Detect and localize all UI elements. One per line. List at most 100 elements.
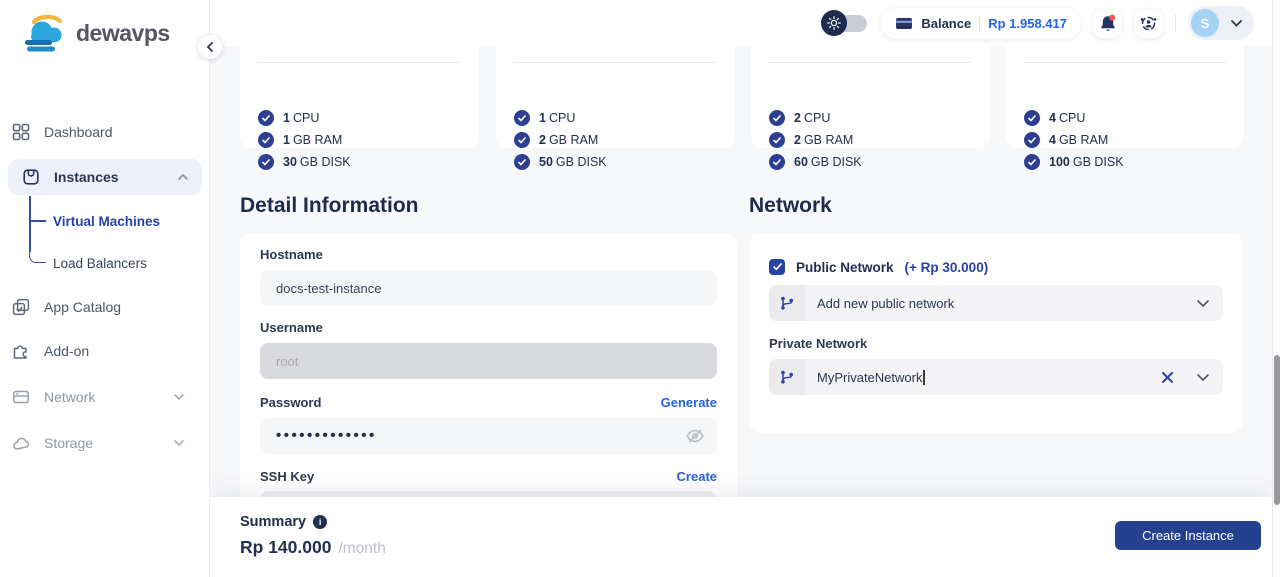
brand-logo[interactable]: dewavps — [18, 12, 170, 54]
sidebar-item-label: Add-on — [44, 343, 89, 359]
storage-cloud-icon — [12, 434, 30, 452]
plan-spec-disk: 60GB DISK — [769, 154, 862, 170]
sidebar-item-add-on[interactable]: Add-on — [12, 337, 198, 365]
plan-spec-ram: 2GB RAM — [769, 132, 853, 148]
public-network-label: Public Network — [796, 260, 894, 275]
check-icon — [258, 110, 274, 126]
network-branch-icon — [769, 359, 805, 395]
support-button[interactable] — [1134, 9, 1163, 38]
divider — [769, 62, 972, 63]
private-network-select[interactable]: MyPrivateNetwork — [769, 359, 1223, 395]
hostname-input[interactable] — [260, 270, 717, 306]
network-icon — [12, 388, 30, 406]
plan-spec-cpu: 1CPU — [514, 110, 575, 126]
plan-spec-disk: 100GB DISK — [1024, 154, 1124, 170]
public-network-checkbox[interactable] — [769, 259, 785, 275]
check-icon — [769, 110, 785, 126]
tree-line — [29, 220, 46, 222]
check-icon — [258, 154, 274, 170]
ssh-key-label: SSH Key — [260, 469, 314, 484]
detail-information-title: Detail Information — [240, 194, 419, 218]
divider — [258, 62, 461, 63]
public-network-select[interactable]: Add new public network — [769, 285, 1223, 321]
sidebar-item-app-catalog[interactable]: App Catalog — [12, 293, 198, 321]
hostname-label: Hostname — [260, 247, 717, 262]
page-scrollbar[interactable] — [1272, 0, 1280, 577]
private-network-label: Private Network — [769, 336, 1223, 351]
plan-spec-disk: 50GB DISK — [514, 154, 607, 170]
theme-toggle[interactable] — [821, 9, 869, 37]
plan-spec-cpu: 4CPU — [1024, 110, 1085, 126]
notifications-button[interactable] — [1093, 9, 1122, 38]
sidebar-item-storage[interactable]: Storage — [12, 429, 198, 457]
password-masked-value: ••••••••••••• — [276, 418, 377, 454]
chevron-down-icon — [174, 440, 184, 446]
plan-card[interactable]: 1CPU 2GB RAM 50GB DISK — [496, 45, 735, 148]
chevron-down-icon — [1197, 374, 1209, 381]
check-icon — [769, 132, 785, 148]
sidebar-collapse-button[interactable] — [198, 35, 222, 59]
check-icon — [1024, 154, 1040, 170]
chevron-up-icon — [178, 174, 188, 180]
clear-icon[interactable] — [1159, 369, 1175, 385]
sidebar-item-load-balancers[interactable]: Load Balancers — [53, 256, 147, 271]
plan-card[interactable]: 1CPU 1GB RAM 30GB DISK — [240, 45, 479, 148]
cloud-logo-icon — [18, 12, 70, 54]
sidebar-item-instances[interactable]: Instances — [8, 159, 202, 195]
detail-information-card: Hostname Username Password Generate ••••… — [240, 233, 737, 503]
check-icon — [514, 154, 530, 170]
generate-password-link[interactable]: Generate — [661, 395, 717, 410]
sidebar-item-label: Storage — [44, 435, 93, 451]
network-title: Network — [749, 194, 832, 218]
check-icon — [769, 154, 785, 170]
check-icon — [1024, 110, 1040, 126]
balance-label: Balance — [921, 16, 971, 31]
sidebar-item-network[interactable]: Network — [12, 383, 198, 411]
tree-line — [29, 250, 46, 263]
create-ssh-key-link[interactable]: Create — [677, 469, 717, 484]
summary-period: /month — [338, 540, 385, 558]
scrollbar-thumb[interactable] — [1274, 355, 1280, 505]
plan-spec-ram: 4GB RAM — [1024, 132, 1108, 148]
sidebar-item-label: Network — [44, 389, 95, 405]
sidebar-item-label: App Catalog — [44, 299, 121, 315]
info-icon[interactable]: i — [313, 515, 327, 529]
plan-spec-disk: 30GB DISK — [258, 154, 351, 170]
check-icon — [514, 110, 530, 126]
password-input[interactable]: ••••••••••••• — [260, 418, 717, 454]
sidebar-item-label: Instances — [54, 169, 119, 185]
brand-name: dewavps — [76, 20, 170, 47]
divider — [979, 16, 980, 30]
plan-spec-ram: 2GB RAM — [514, 132, 598, 148]
user-menu[interactable]: S — [1188, 6, 1254, 40]
sidebar-item-label: Dashboard — [44, 124, 113, 140]
balance-pill[interactable]: Balance Rp 1.958.417 — [881, 8, 1081, 39]
public-network-row: Public Network (+ Rp 30.000) — [769, 259, 1223, 275]
plan-spec-ram: 1GB RAM — [258, 132, 342, 148]
tree-line — [29, 196, 31, 252]
sidebar: dewavps Dashboard Instances — [0, 0, 210, 577]
avatar: S — [1191, 9, 1219, 37]
check-icon — [514, 132, 530, 148]
sidebar-item-virtual-machines[interactable]: Virtual Machines — [53, 214, 160, 229]
text-cursor — [923, 370, 925, 385]
public-network-select-value: Add new public network — [817, 296, 954, 311]
summary-label: Summary — [240, 514, 306, 530]
plan-card[interactable]: 4CPU 4GB RAM 100GB DISK — [1006, 45, 1244, 148]
plan-card[interactable]: 2CPU 2GB RAM 60GB DISK — [751, 45, 990, 148]
network-branch-icon — [769, 285, 805, 321]
add-on-icon — [12, 342, 30, 360]
network-card: Public Network (+ Rp 30.000) Add new pub… — [749, 233, 1243, 433]
create-instance-button[interactable]: Create Instance — [1115, 521, 1261, 550]
bell-icon — [1099, 14, 1117, 33]
app-catalog-icon — [12, 298, 30, 316]
summary-price: Rp 140.000 — [240, 537, 331, 558]
sidebar-item-dashboard[interactable]: Dashboard — [12, 118, 198, 146]
plan-spec-cpu: 1CPU — [258, 110, 319, 126]
check-icon — [1024, 132, 1040, 148]
password-label: Password — [260, 395, 321, 410]
balance-value: Rp 1.958.417 — [988, 16, 1067, 31]
eye-off-icon[interactable] — [685, 426, 705, 446]
divider — [514, 62, 717, 63]
divider — [1175, 14, 1176, 32]
